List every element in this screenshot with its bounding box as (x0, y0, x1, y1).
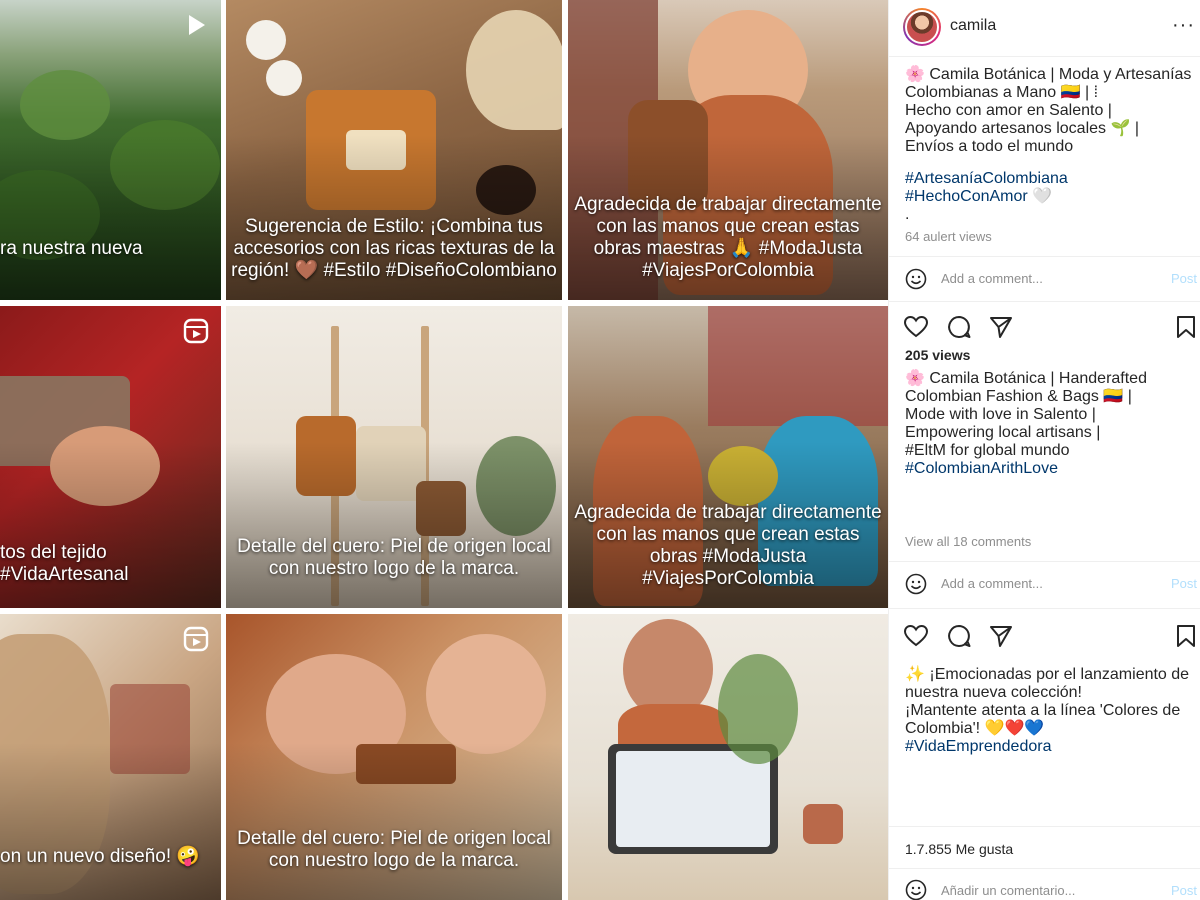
grid-tile-new-design[interactable]: on un nuevo diseño! 🤪 (0, 614, 221, 900)
post-header: camila ··· (889, 0, 1200, 56)
grid-tile-weaving[interactable]: tos del tejido #VidaArtesanal (0, 306, 221, 608)
grid-tile-laptop[interactable] (568, 614, 888, 900)
caption-line: Mode with love in Salento | (905, 406, 1096, 423)
heart-icon[interactable] (903, 623, 929, 649)
like-count[interactable]: 1.7.855 Me gusta (905, 841, 1013, 857)
play-icon (189, 15, 205, 35)
emoji-icon[interactable] (905, 573, 927, 595)
post2-caption: 🌸 Camila Botánica | Handerafted Colombia… (905, 370, 1200, 478)
view-count: 205 views (905, 347, 971, 363)
post1-caption: 🌸 Camila Botánica | Moda y Artesanías Co… (905, 66, 1200, 224)
bio-line: 🌸 Camila Botánica | Moda y Artesanías Co… (905, 66, 1192, 101)
tile-caption: on un nuevo diseño! 🤪 (0, 846, 201, 867)
grid-tile-market-artisan[interactable]: Agradecida de trabajar directamente con … (568, 306, 888, 608)
comment-icon[interactable] (946, 314, 972, 340)
grid-tile-bags-ladder[interactable]: Detalle del cuero: Piel de origen local … (226, 306, 562, 608)
avatar[interactable] (903, 8, 941, 46)
caption-line: #EltM for global mundo (905, 442, 1070, 459)
hashtag-link[interactable]: #ArtesaníaColombiana (905, 170, 1200, 188)
hashtag-link[interactable]: #ColombianArithLove (905, 460, 1200, 478)
grid-tile-style-tip[interactable]: Sugerencia de Estilo: ¡Combina tus acces… (226, 0, 562, 300)
caption-line: ✨ ¡Emocionadas por el lanzamiento de nue… (905, 666, 1190, 701)
comment-box: Añadir un comentario... Post (889, 869, 1200, 900)
tile-caption: Detalle del cuero: Piel de origen local … (237, 536, 551, 579)
view-all-comments-link[interactable]: View all 18 comments (905, 534, 1031, 549)
reels-icon (183, 626, 209, 652)
grid-tile-leather-detail[interactable]: Detalle del cuero: Piel de origen local … (226, 614, 562, 900)
post-button[interactable]: Post (1171, 576, 1197, 591)
hashtag-link[interactable]: #VidaEmprendedora (905, 738, 1200, 756)
tile-caption: Detalle del cuero: Piel de origen local … (237, 828, 551, 871)
caption-line: Empowering local artisans | (905, 424, 1101, 441)
caption-line: 🌸 Camila Botánica | Handerafted Colombia… (905, 370, 1147, 405)
hashtag-link[interactable]: #HechoConAmor 🤍 (905, 188, 1200, 206)
tile-caption: ra nuestra nueva (0, 238, 143, 259)
view-count: 64 aulert views (905, 229, 992, 244)
share-icon[interactable] (988, 314, 1014, 340)
post3-caption: ✨ ¡Emocionadas por el lanzamiento de nue… (905, 666, 1200, 756)
comment-box: Add a comment... Post (889, 562, 1200, 606)
post2-actions (889, 308, 1200, 348)
post-grid: ra nuestra nueva Sugerencia de Estilo: ¡… (0, 0, 888, 900)
tile-caption: Sugerencia de Estilo: ¡Combina tus acces… (231, 216, 557, 281)
grid-tile-coffee-plants[interactable]: ra nuestra nueva (0, 0, 221, 300)
comment-box: Add a comment... Post (889, 257, 1200, 301)
comment-input[interactable]: Añadir un comentario... (941, 883, 1075, 898)
comment-input[interactable]: Add a comment... (941, 271, 1043, 286)
grid-tile-market-bag[interactable]: Agradecida de trabajar directamente con … (568, 0, 888, 300)
post3-actions (889, 617, 1200, 657)
bio-line: Hecho con amor en Salento | (905, 102, 1112, 119)
post-panel: camila ··· 🌸 Camila Botánica | Moda y Ar… (888, 0, 1200, 900)
reels-icon (183, 318, 209, 344)
caption-dot: . (905, 206, 910, 223)
bio-line: Envíos a todo el mundo (905, 138, 1074, 155)
username[interactable]: camila (950, 17, 996, 35)
more-options-icon[interactable]: ··· (1172, 14, 1195, 37)
caption-line: ¡Mantente atenta a la línea 'Colores de … (905, 702, 1181, 737)
share-icon[interactable] (988, 623, 1014, 649)
heart-icon[interactable] (903, 314, 929, 340)
save-icon[interactable] (1173, 314, 1199, 340)
comment-icon[interactable] (946, 623, 972, 649)
bio-line: Apoyando artesanos locales 🌱 | (905, 120, 1139, 137)
emoji-icon[interactable] (905, 879, 927, 900)
post-button[interactable]: Post (1171, 883, 1197, 898)
save-icon[interactable] (1173, 623, 1199, 649)
comment-input[interactable]: Add a comment... (941, 576, 1043, 591)
post-button[interactable]: Post (1171, 271, 1197, 286)
tile-caption: tos del tejido #VidaArtesanal (0, 542, 129, 585)
tile-caption: Agradecida de trabajar directamente con … (574, 194, 882, 281)
emoji-icon[interactable] (905, 268, 927, 290)
tile-caption: Agradecida de trabajar directamente con … (574, 502, 882, 589)
